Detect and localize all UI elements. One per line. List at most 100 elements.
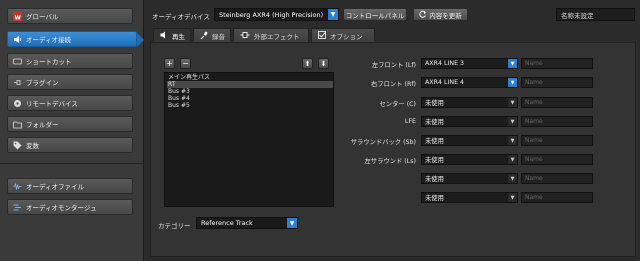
check-icon <box>318 31 326 41</box>
channel-label-lfe: LFE <box>404 118 416 125</box>
channel-select-c[interactable]: 未使用 ▼ <box>421 97 518 108</box>
channel-name-field[interactable]: Name <box>521 77 593 88</box>
sidebar-divider <box>0 163 143 164</box>
sidebar-item-audio-files[interactable]: オーディオファイル <box>7 178 133 194</box>
channel-name-field[interactable]: Name <box>521 97 593 108</box>
channel-select-lf[interactable]: AXR4 LINE 3 ▼ <box>421 58 518 69</box>
folder-icon <box>12 119 22 129</box>
sidebar-item-label: グローバル <box>26 13 59 21</box>
chevron-down-icon: ▼ <box>287 218 297 228</box>
sidebar-item-label: 変数 <box>26 142 39 150</box>
channel-value: 未使用 <box>425 119 444 126</box>
list-item[interactable]: メイン再生パス <box>167 74 333 81</box>
sidebar-item-audio-connections[interactable]: オーディオ接続 <box>7 31 144 47</box>
list-item[interactable]: RT <box>167 81 333 88</box>
fx-icon <box>240 31 250 41</box>
channel-select-rf[interactable]: AXR4 LINE 4 ▼ <box>421 77 518 88</box>
list-item[interactable]: Bus #4 <box>167 95 333 102</box>
list-item[interactable]: Bus #3 <box>167 88 333 95</box>
refresh-label: 内容を更新 <box>429 11 462 20</box>
channel-value: 未使用 <box>425 176 444 183</box>
audio-device-label: オーディオデバイス <box>152 13 210 21</box>
playback-path-list[interactable]: メイン再生パス RT Bus #3 Bus #4 Bus #5 <box>164 72 334 207</box>
sidebar-item-audio-montage[interactable]: オーディオモンタージュ <box>7 199 133 215</box>
montage-icon <box>12 202 22 212</box>
channel-select-8[interactable]: 未使用 ▼ <box>421 192 518 203</box>
tab-recording[interactable]: 録音 <box>193 28 231 43</box>
channel-value: AXR4 LINE 3 <box>425 60 465 67</box>
chevron-down-icon: ▼ <box>508 174 517 183</box>
chevron-down-icon: ▼ <box>508 155 517 164</box>
channel-name-field[interactable]: Name <box>521 116 593 127</box>
sidebar: w グローバル オーディオ接続 ショートカット プラグイン リモートデバイス フ… <box>0 0 144 261</box>
channel-name-field[interactable]: Name <box>521 154 593 165</box>
keyboard-icon <box>12 56 22 66</box>
move-up-button[interactable]: ⬆ <box>302 58 313 69</box>
control-panel-button[interactable]: コントロールパネル <box>343 8 407 21</box>
sidebar-item-label: フォルダー <box>26 121 59 129</box>
channel-select-7[interactable]: 未使用 ▼ <box>421 173 518 184</box>
channel-name-field[interactable]: Name <box>521 192 593 203</box>
channel-label-rf: 右フロント (Rf) <box>371 81 416 88</box>
channel-value: 未使用 <box>425 157 444 164</box>
tab-label: オプション <box>330 33 363 41</box>
channel-value: 未使用 <box>425 138 444 145</box>
chevron-down-icon: ▼ <box>508 193 517 202</box>
chevron-down-icon: ▼ <box>328 9 338 20</box>
svg-text:w: w <box>14 13 21 21</box>
sidebar-item-plugins[interactable]: プラグイン <box>7 74 133 90</box>
refresh-icon <box>419 10 427 20</box>
chevron-down-icon: ▼ <box>508 117 517 126</box>
sidebar-item-label: プラグイン <box>26 79 59 87</box>
channel-name-field[interactable]: Name <box>521 58 593 69</box>
list-item[interactable]: Bus #5 <box>167 102 333 109</box>
channel-value: AXR4 LINE 4 <box>425 79 465 86</box>
channel-label-ls: 左サラウンド (Ls) <box>364 158 417 165</box>
category-value: Reference Track <box>201 219 253 227</box>
channel-name-field[interactable]: Name <box>521 135 593 146</box>
category-select[interactable]: Reference Track ▼ <box>196 217 298 229</box>
channel-name-field[interactable]: Name <box>521 173 593 184</box>
chevron-down-icon: ▼ <box>508 78 517 87</box>
audio-device-value: Steinberg AXR4 (High Precision) <box>219 10 324 19</box>
channel-label-c: センター (C) <box>379 101 417 108</box>
chevron-down-icon: ▼ <box>508 59 517 68</box>
channel-value: 未使用 <box>425 100 444 107</box>
add-path-button[interactable]: + <box>164 58 175 69</box>
channel-select-sb[interactable]: 未使用 ▼ <box>421 135 518 146</box>
tab-label: 外部エフェクト <box>254 33 300 41</box>
preset-name-value: 名称未設定 <box>561 11 594 20</box>
preset-name-field[interactable]: 名称未設定 <box>556 8 635 21</box>
channel-select-ls[interactable]: 未使用 ▼ <box>421 154 518 165</box>
sidebar-item-variables[interactable]: 変数 <box>7 137 133 153</box>
sidebar-item-label: オーディオモンタージュ <box>26 204 97 212</box>
sidebar-item-global[interactable]: w グローバル <box>7 8 133 24</box>
category-label: カテゴリー <box>158 222 191 230</box>
refresh-button[interactable]: 内容を更新 <box>413 8 468 21</box>
speaker-icon <box>12 34 22 44</box>
move-down-button[interactable]: ⬇ <box>318 58 329 69</box>
mic-icon <box>200 31 208 41</box>
tab-label: 再生 <box>172 33 185 41</box>
tab-playback[interactable]: 再生 <box>153 28 191 43</box>
tab-external-effects[interactable]: 外部エフェクト <box>233 28 309 43</box>
audio-device-select[interactable]: Steinberg AXR4 (High Precision) ▼ <box>214 8 339 21</box>
waveform-icon <box>12 181 22 191</box>
logo-w-icon: w <box>12 11 22 21</box>
sidebar-item-label: ショートカット <box>26 58 72 66</box>
plug-icon <box>12 77 22 87</box>
chevron-down-icon: ▼ <box>508 98 517 107</box>
channel-label-sb: サラウンドバック (Sb) <box>350 139 416 146</box>
sidebar-item-folders[interactable]: フォルダー <box>7 116 133 132</box>
tab-options[interactable]: オプション <box>311 28 375 43</box>
chevron-down-icon: ▼ <box>508 136 517 145</box>
tab-label: 録音 <box>212 33 225 41</box>
channel-select-lfe[interactable]: 未使用 ▼ <box>421 116 518 127</box>
sidebar-item-label: リモートデバイス <box>26 100 78 108</box>
sidebar-item-shortcuts[interactable]: ショートカット <box>7 53 133 69</box>
remove-path-button[interactable]: − <box>180 58 191 69</box>
sidebar-item-remote-devices[interactable]: リモートデバイス <box>7 95 133 111</box>
tag-icon <box>12 140 22 150</box>
speaker-icon <box>160 31 168 41</box>
channel-label-lf: 左フロント (Lf) <box>371 62 416 69</box>
